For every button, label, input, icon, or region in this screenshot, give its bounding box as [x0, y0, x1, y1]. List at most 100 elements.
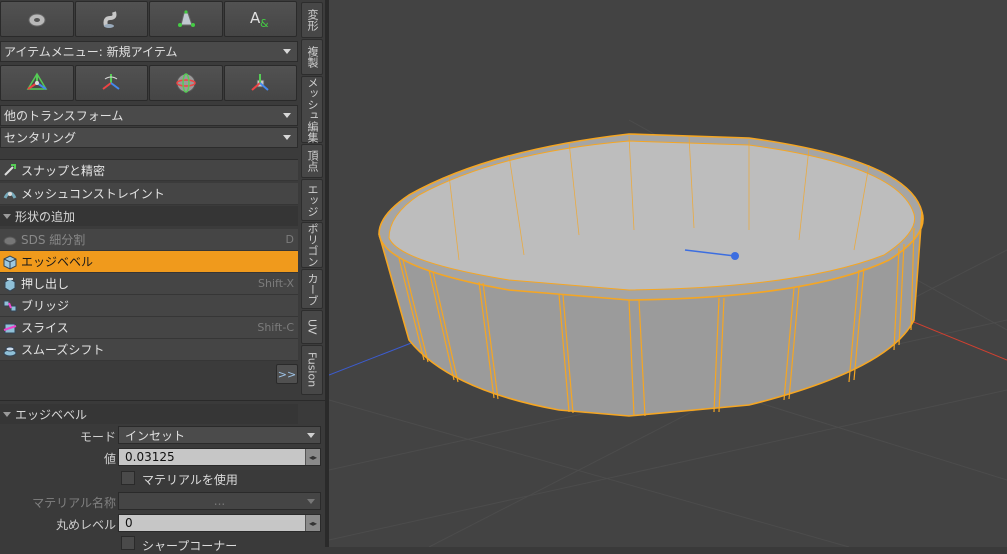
smooth-shift-icon — [3, 346, 17, 356]
centering-value: センタリング — [4, 131, 77, 145]
tab-label: UV — [305, 319, 319, 335]
sds-subdivide-button[interactable]: SDS 細分割 D — [0, 229, 298, 251]
shape-add-header[interactable]: 形状の追加 — [0, 206, 298, 226]
bell-icon — [177, 10, 195, 27]
tab-label: Fusion — [305, 352, 319, 388]
text-tool-button[interactable]: A & — [223, 1, 297, 37]
subdivide-icon — [3, 236, 17, 245]
chevron-down-icon — [283, 49, 291, 54]
shape-add-label: 形状の追加 — [15, 209, 76, 224]
chevron-down-icon — [307, 433, 315, 438]
transform-handle-dot[interactable] — [731, 252, 739, 260]
centering-dropdown[interactable]: センタリング — [0, 127, 298, 148]
tab-vertex[interactable]: 頂点 — [301, 144, 323, 178]
rotate-gizmo-icon — [102, 74, 120, 90]
command-shortcut: Shift-X — [258, 277, 294, 290]
bridge-button[interactable]: ブリッジ — [0, 295, 298, 317]
twist-tool-button[interactable] — [74, 1, 148, 37]
mode-select[interactable]: インセット — [118, 426, 321, 444]
slice-button[interactable]: スライス Shift-C — [0, 317, 298, 339]
tab-duplicate[interactable]: 複製 — [301, 39, 323, 75]
material-name-value: ... — [213, 494, 226, 508]
viewport-canvas — [329, 119, 1007, 547]
smooth-shift-button[interactable]: スムーズシフト — [0, 339, 298, 361]
tab-label: エッジ — [306, 183, 319, 217]
properties-title: エッジベベル — [15, 407, 88, 422]
mesh-constraint-label: メッシュコンストレイント — [21, 187, 165, 201]
chevron-down-icon — [283, 113, 291, 118]
value-label: 値 — [103, 452, 116, 466]
use-material-checkbox[interactable] — [121, 471, 135, 485]
toolbar-transform — [0, 65, 298, 101]
command-label: スライス — [21, 321, 69, 335]
tab-label: 変形 — [306, 9, 319, 31]
bevelled-cylinder-mesh[interactable] — [378, 133, 924, 417]
tab-mesh-edit[interactable]: メッシュ編集 — [301, 76, 323, 143]
command-label: スムーズシフト — [21, 343, 105, 357]
sphere-gizmo-icon — [176, 73, 196, 93]
sharp-corner-checkbox[interactable] — [121, 536, 135, 550]
tab-polygon[interactable]: ポリゴン — [301, 222, 323, 268]
more-button[interactable]: >> — [276, 364, 298, 384]
spinner-icon[interactable]: ◂▸ — [305, 515, 320, 531]
rotate-gizmo-button[interactable] — [74, 65, 148, 101]
torus-tool-button[interactable] — [0, 1, 74, 37]
use-material-label: マテリアルを使用 — [142, 473, 238, 487]
tab-curve[interactable]: カーブ — [301, 269, 323, 309]
sharp-corner-label: シャープコーナー — [142, 539, 238, 553]
edge-bevel-button[interactable]: エッジベベル — [0, 251, 298, 273]
snap-button[interactable]: スナップと精密 — [0, 159, 298, 181]
tab-uv[interactable]: UV — [301, 310, 323, 344]
tab-transform[interactable]: 変形 — [301, 2, 323, 38]
move-gizmo-icon — [26, 72, 48, 90]
tab-fusion[interactable]: Fusion — [301, 345, 323, 395]
properties-header[interactable]: エッジベベル — [0, 404, 298, 424]
other-transform-value: 他のトランスフォーム — [4, 109, 124, 123]
3d-viewport[interactable] — [329, 0, 1007, 547]
bell-tool-button[interactable] — [149, 1, 223, 37]
tab-label: 複製 — [306, 46, 319, 68]
round-level-value: 0 — [125, 516, 133, 530]
chevron-down-icon — [307, 499, 315, 504]
item-menu-value: アイテムメニュー: 新規アイテム — [4, 45, 178, 59]
mesh-constraint-button[interactable]: メッシュコンストレイント — [0, 183, 298, 205]
tab-edge[interactable]: エッジ — [301, 179, 323, 221]
collapse-triangle-icon — [3, 213, 11, 219]
collapse-triangle-icon — [3, 411, 11, 417]
snap-icon — [4, 164, 16, 176]
extrude-button[interactable]: 押し出し Shift-X — [0, 273, 298, 295]
spinner-icon[interactable]: ◂▸ — [305, 449, 320, 465]
command-label: 押し出し — [21, 277, 70, 291]
value-input[interactable]: 0.03125 ◂▸ — [118, 448, 321, 466]
mesh-constraint-icon — [3, 191, 17, 199]
material-name-label: マテリアル名称 — [32, 496, 116, 510]
toolbar-create-shapes: A & — [0, 1, 298, 37]
round-level-input[interactable]: 0 ◂▸ — [118, 514, 321, 532]
tab-label: カーブ — [306, 272, 319, 306]
scale-gizmo-icon — [251, 74, 269, 91]
bridge-icon — [3, 300, 17, 311]
item-menu-dropdown[interactable]: アイテムメニュー: 新規アイテム — [0, 41, 298, 62]
twist-icon — [103, 11, 117, 28]
scale-gizmo-button[interactable] — [223, 65, 297, 101]
other-transform-dropdown[interactable]: 他のトランスフォーム — [0, 105, 298, 126]
round-level-label: 丸めレベル — [55, 518, 116, 532]
tab-label: 頂点 — [306, 150, 319, 172]
svg-text:&: & — [260, 17, 269, 30]
snap-label: スナップと精密 — [21, 163, 106, 178]
tab-label: メッシュ編集 — [306, 76, 319, 143]
slice-icon — [3, 323, 17, 333]
extrude-icon — [4, 277, 16, 292]
mode-value: インセット — [125, 428, 186, 443]
command-shortcut: Shift-C — [257, 321, 294, 334]
tool-properties-panel: エッジベベル モード インセット 値 0.03125 ◂▸ マテリアルを使用 マ… — [0, 400, 325, 553]
sphere-gizmo-button[interactable] — [149, 65, 223, 101]
material-name-select[interactable]: ... — [118, 492, 321, 510]
edge-bevel-icon — [3, 254, 17, 270]
z-axis-line — [329, 339, 420, 376]
command-shortcut: D — [285, 233, 294, 246]
move-gizmo-button[interactable] — [0, 65, 74, 101]
command-label: ブリッジ — [21, 299, 70, 313]
torus-icon — [28, 13, 46, 27]
chevron-down-icon — [283, 135, 291, 140]
